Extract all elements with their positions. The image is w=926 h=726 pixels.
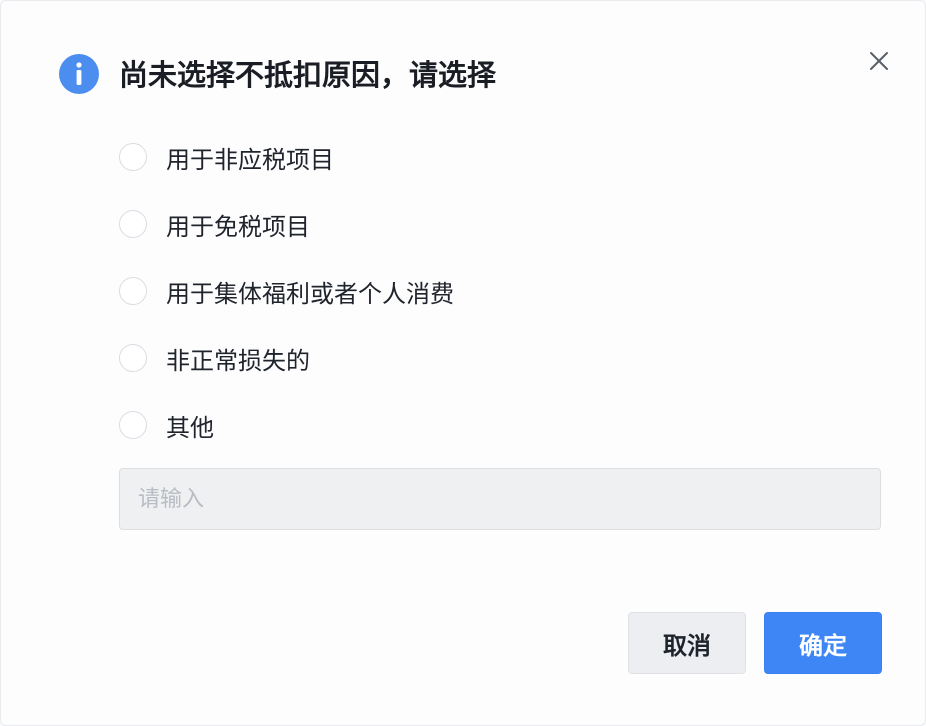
cancel-button[interactable]: 取消: [628, 612, 746, 674]
info-icon: [59, 54, 99, 94]
option-tax-exempt[interactable]: 用于免税项目: [119, 204, 819, 244]
option-label[interactable]: 非正常损失的: [166, 341, 310, 376]
option-other[interactable]: 其他: [119, 405, 819, 445]
radio-button[interactable]: [119, 143, 147, 171]
option-welfare-consumption[interactable]: 用于集体福利或者个人消费: [119, 271, 819, 311]
option-label[interactable]: 用于集体福利或者个人消费: [166, 274, 454, 309]
radio-button[interactable]: [119, 210, 147, 238]
option-label[interactable]: 用于免税项目: [166, 207, 310, 242]
radio-button[interactable]: [119, 344, 147, 372]
radio-button[interactable]: [119, 277, 147, 305]
option-label[interactable]: 用于非应税项目: [166, 140, 334, 175]
reason-dialog: 尚未选择不抵扣原因，请选择 用于非应税项目 用于免税项目 用于集体福利或者个人消…: [0, 0, 926, 726]
close-button[interactable]: [863, 45, 895, 77]
dialog-title: 尚未选择不抵扣原因，请选择: [119, 58, 497, 92]
close-icon[interactable]: [863, 45, 895, 77]
option-abnormal-loss[interactable]: 非正常损失的: [119, 338, 819, 378]
option-label[interactable]: 其他: [166, 408, 214, 443]
reason-radio-group: 用于非应税项目 用于免税项目 用于集体福利或者个人消费 非正常损失的 其他: [119, 137, 819, 472]
radio-button[interactable]: [119, 411, 147, 439]
option-non-taxable[interactable]: 用于非应税项目: [119, 137, 819, 177]
confirm-button[interactable]: 确定: [764, 612, 882, 674]
other-reason-input[interactable]: [119, 468, 881, 530]
